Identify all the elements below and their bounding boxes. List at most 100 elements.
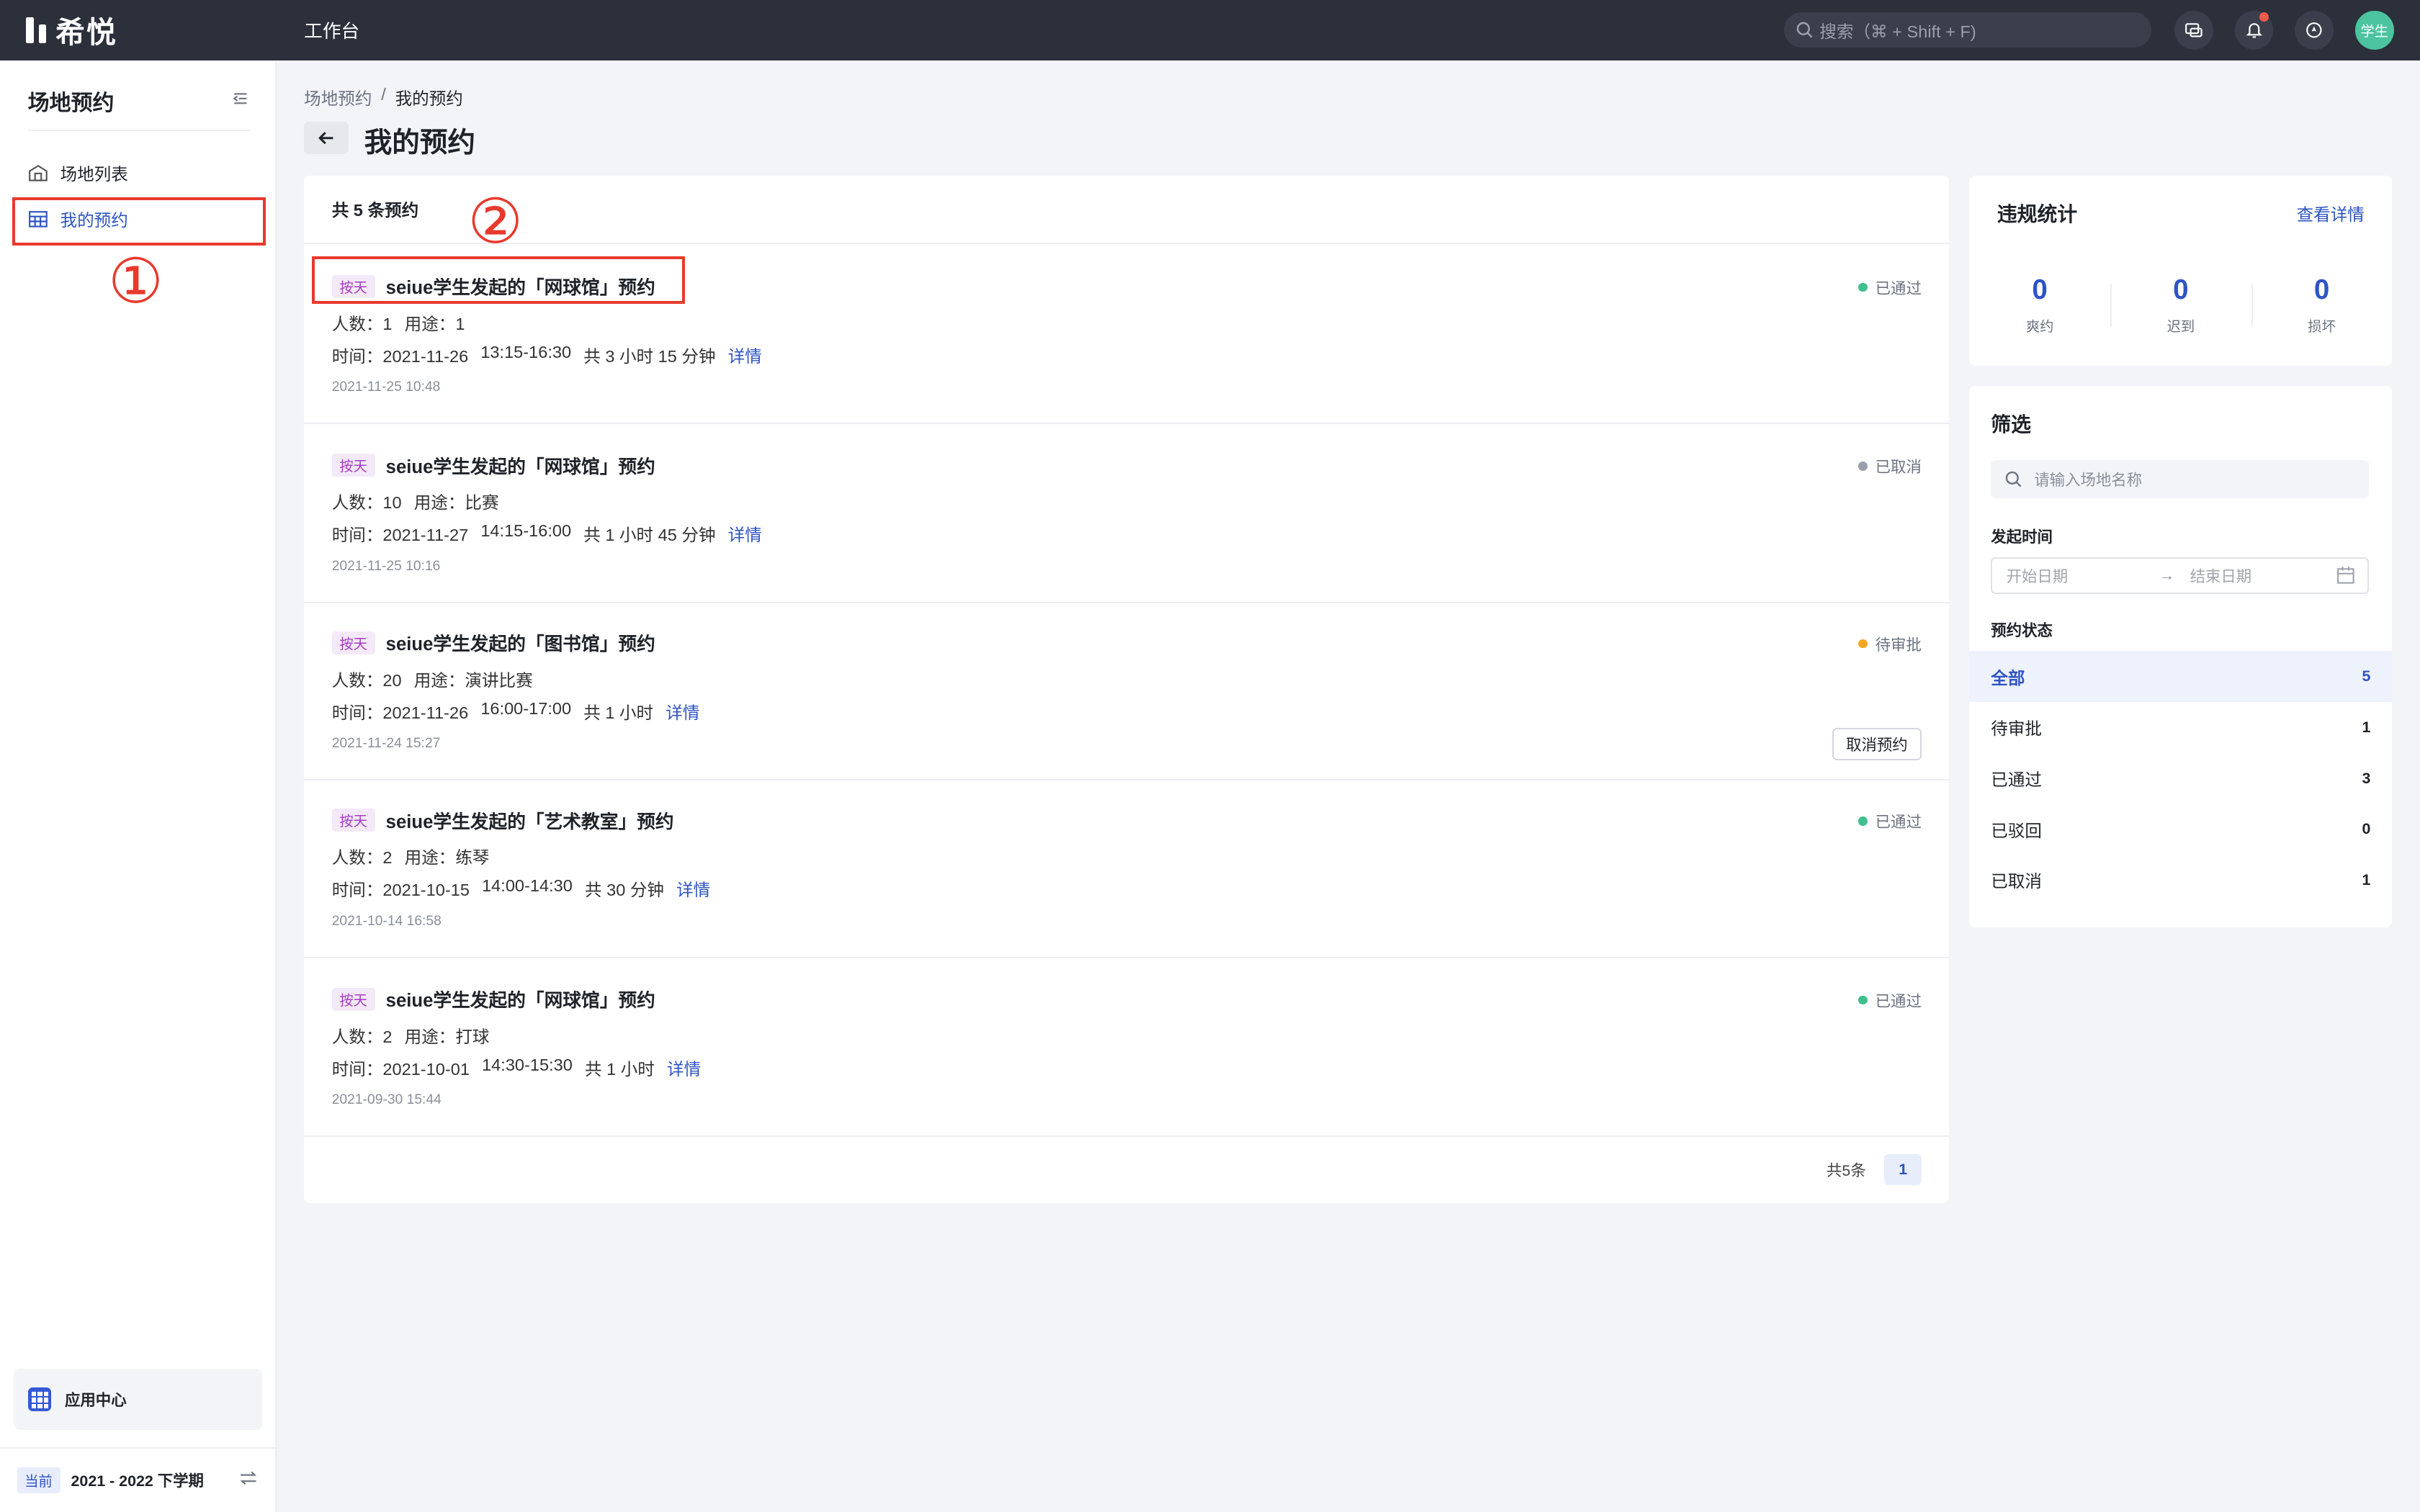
- cancel-reservation-button[interactable]: 取消预约: [1832, 728, 1922, 761]
- stat-label: 爽约: [2025, 320, 2054, 336]
- stat-late: 0 迟到: [2110, 274, 2251, 336]
- pager-total: 共5条: [1827, 1161, 1866, 1179]
- detail-link[interactable]: 详情: [676, 876, 710, 901]
- detail-link[interactable]: 详情: [728, 343, 762, 367]
- view-details-link[interactable]: 查看详情: [2297, 201, 2365, 225]
- app-center-label: 应用中心: [64, 1392, 127, 1410]
- status-dot: [1858, 995, 1868, 1005]
- breadcrumb: 场地预约 / 我的预约: [304, 85, 463, 109]
- status-option-label: 已通过: [1991, 770, 2042, 790]
- reservation-row[interactable]: 按天 seiue学生发起的「图书馆」预约 人数：20 用途：演讲比赛 时间：20…: [304, 602, 1950, 781]
- time-range: 14:00-14:30: [482, 876, 573, 896]
- breadcrumb-venue[interactable]: 场地预约: [304, 85, 372, 109]
- status-dot: [1858, 282, 1868, 292]
- reservation-title: seiue学生发起的「图书馆」预约: [385, 634, 655, 655]
- annotation-number-1: ①: [108, 246, 163, 318]
- type-tag: 按天: [331, 987, 375, 1011]
- status-option-label: 待审批: [1991, 719, 2042, 739]
- time-filter-label: 发起时间: [1991, 528, 2053, 546]
- nav-workbench[interactable]: 工作台: [304, 17, 359, 43]
- status-option-pending[interactable]: 待审批 1: [1969, 702, 2392, 753]
- time-range: 14:15-16:00: [480, 521, 572, 541]
- reservation-time: 时间：2021-10-15 14:00-14:30 共 30 分钟 详情: [332, 876, 711, 901]
- status-text: 已取消: [1875, 459, 1922, 477]
- venue-name-search-input[interactable]: 请输入场地名称: [1991, 459, 2370, 499]
- purpose: 用途：比赛: [413, 493, 499, 513]
- purpose: 用途：演讲比赛: [413, 670, 533, 690]
- search-icon: [1796, 22, 1813, 38]
- help-button[interactable]: [2295, 11, 2334, 50]
- back-button[interactable]: [304, 122, 349, 155]
- calendar-icon: [2337, 567, 2355, 584]
- notification-button[interactable]: [2234, 11, 2274, 50]
- people-count: 人数：2: [331, 848, 393, 868]
- sidebar-item-venue-list[interactable]: 场地列表: [15, 151, 262, 194]
- stat-value: 0: [2032, 274, 2048, 306]
- reservation-title-line: 按天 seiue学生发起的「图书馆」预约: [331, 629, 655, 656]
- reservation-people-purpose: 人数：1 用途：1: [332, 310, 465, 335]
- people-count: 人数：10: [331, 493, 402, 513]
- reservation-title: seiue学生发起的「网球馆」预约: [385, 456, 655, 477]
- detail-link[interactable]: 详情: [667, 1056, 701, 1080]
- reservation-title: seiue学生发起的「网球馆」预约: [385, 991, 655, 1012]
- top-actions: 学生: [2174, 11, 2394, 50]
- detail-link[interactable]: 详情: [666, 699, 699, 724]
- arrow-left-icon: [318, 132, 333, 145]
- reservation-row[interactable]: 按天 seiue学生发起的「艺术教室」预约 人数：2 用途：练琴 时间：2021…: [304, 779, 1950, 958]
- reservation-row[interactable]: 按天 seiue学生发起的「网球馆」预约 人数：2 用途：打球 时间：2021-…: [304, 958, 1950, 1138]
- term-label: 2021 - 2022 下学期: [71, 1472, 204, 1490]
- time-range: 13:15-16:30: [480, 342, 572, 361]
- logo[interactable]: 希悦: [26, 9, 304, 51]
- top-bar: 希悦 工作台 搜索（⌘ + Shift + F) 学生: [0, 0, 2420, 60]
- stat-no-show: 0 爽约: [1969, 274, 2110, 336]
- user-avatar[interactable]: 学生: [2355, 11, 2394, 50]
- building-icon: [28, 165, 48, 181]
- status-badge: 已通过: [1858, 810, 1922, 832]
- term-switcher[interactable]: 当前 2021 - 2022 下学期: [0, 1446, 277, 1512]
- stats-columns: 0 爽约 0 迟到 0 损坏: [1969, 274, 2392, 336]
- date-range-picker[interactable]: 开始日期 → 结束日期: [1991, 557, 2370, 594]
- reservation-people-purpose: 人数：20 用途：演讲比赛: [332, 667, 533, 691]
- type-tag: 按天: [331, 631, 375, 654]
- people-count: 人数：20: [331, 670, 402, 690]
- pagination: 共5条 1: [1827, 1153, 1922, 1185]
- swap-icon[interactable]: [239, 1469, 258, 1488]
- status-badge: 已通过: [1858, 989, 1922, 1012]
- reservation-title: seiue学生发起的「艺术教室」预约: [385, 811, 674, 832]
- search-placeholder: 请输入场地名称: [2034, 471, 2143, 489]
- collapse-menu-icon[interactable]: [231, 89, 250, 108]
- arrow-right-icon: →: [2159, 566, 2175, 584]
- message-button[interactable]: [2174, 11, 2213, 50]
- app-root: 希悦 工作台 搜索（⌘ + Shift + F) 学生 场地预约 场地列表 我的…: [0, 0, 2420, 1512]
- global-search-input[interactable]: 搜索（⌘ + Shift + F): [1784, 12, 2152, 48]
- reservation-time: 时间：2021-11-27 14:15-16:00 共 1 小时 45 分钟 详…: [332, 521, 762, 546]
- annotation-highlight-box: [12, 197, 266, 246]
- status-text: 待审批: [1875, 636, 1922, 654]
- reservation-people-purpose: 人数：10 用途：比赛: [332, 489, 499, 513]
- reservation-time: 时间：2021-11-26 13:15-16:30 共 3 小时 15 分钟 详…: [332, 343, 762, 367]
- reservation-row[interactable]: 按天 seiue学生发起的「网球馆」预约 人数：10 用途：比赛 时间：2021…: [304, 424, 1950, 603]
- status-badge: 待审批: [1858, 633, 1922, 655]
- type-tag: 按天: [331, 809, 375, 832]
- time-date: 时间：2021-11-26: [331, 346, 469, 366]
- purpose: 用途：1: [404, 314, 465, 333]
- status-option-rejected[interactable]: 已驳回 0: [1969, 804, 2392, 855]
- app-center-button[interactable]: 应用中心: [14, 1368, 263, 1431]
- status-dot: [1858, 462, 1868, 472]
- status-text: 已通过: [1875, 813, 1922, 831]
- reservation-time: 时间：2021-10-01 14:30-15:30 共 1 小时 详情: [332, 1056, 701, 1080]
- sidebar-item-label: 场地列表: [60, 164, 128, 184]
- status-option-cancelled[interactable]: 已取消 1: [1969, 855, 2392, 906]
- reservation-people-purpose: 人数：2 用途：打球: [332, 1023, 490, 1048]
- status-option-approved[interactable]: 已通过 3: [1969, 753, 2392, 804]
- stat-value: 0: [2173, 274, 2189, 306]
- detail-link[interactable]: 详情: [728, 521, 762, 546]
- annotation-highlight-box: [311, 256, 686, 305]
- page-number-button[interactable]: 1: [1884, 1153, 1922, 1185]
- reservation-time: 时间：2021-11-26 16:00-17:00 共 1 小时 详情: [332, 699, 700, 724]
- status-option-count: 5: [2362, 667, 2371, 685]
- term-tag: 当前: [17, 1467, 60, 1494]
- status-option-all[interactable]: 全部 5: [1969, 651, 2393, 702]
- chat-icon: [2185, 23, 2202, 37]
- purpose: 用途：打球: [404, 1027, 490, 1046]
